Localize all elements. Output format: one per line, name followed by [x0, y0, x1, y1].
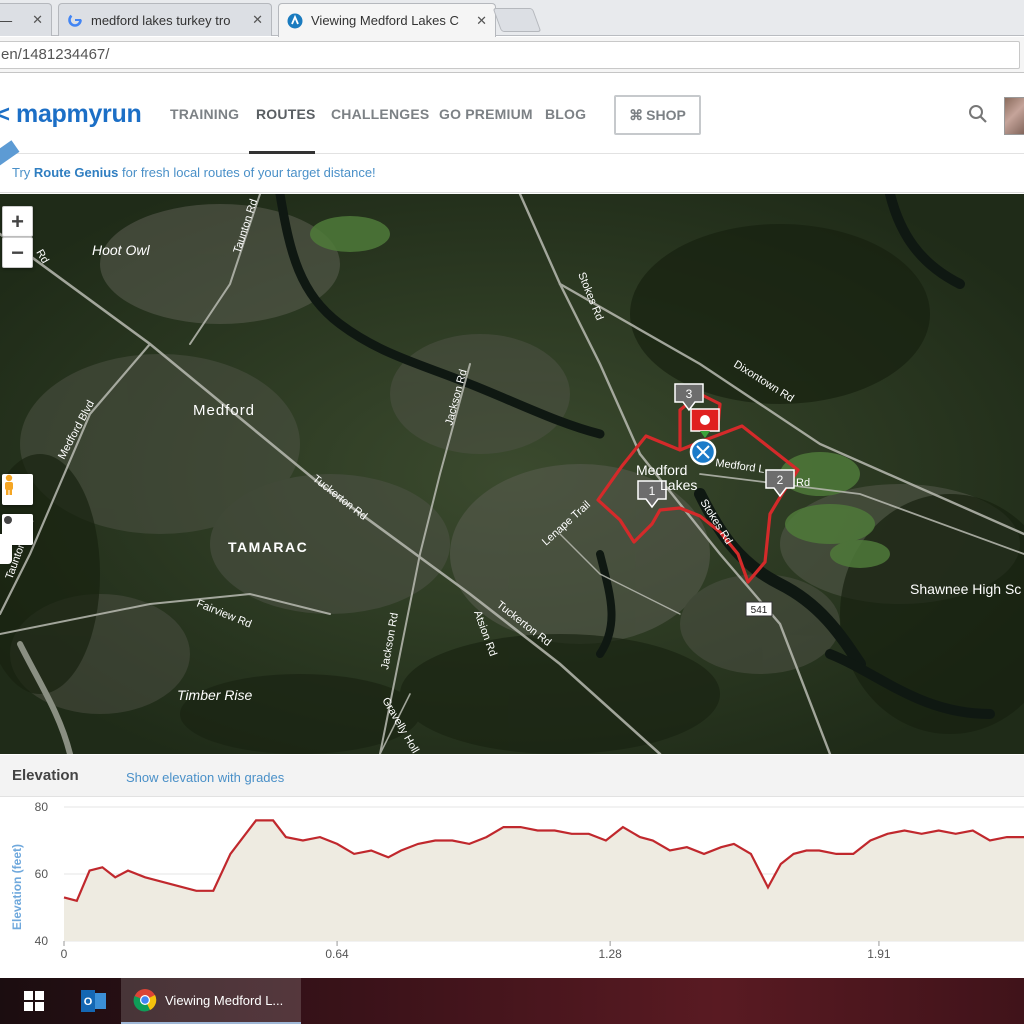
svg-text:O: O [84, 996, 93, 1008]
browser-tab-2[interactable]: medford lakes turkey tro ✕ [58, 3, 272, 36]
close-icon[interactable]: ✕ [252, 12, 263, 28]
place-label-medford-lakes-1: Medford [636, 462, 687, 478]
y-tick-label: 60 [35, 867, 49, 881]
elevation-chart-svg: 40 60 80 0 0.64 1.28 1.91 Elevation (feet) [10, 800, 1024, 961]
zoom-in-button[interactable]: + [2, 206, 33, 237]
browser-tab-1[interactable]: k — ✕ [0, 3, 52, 36]
browser-tab-bar: k — ✕ medford lakes turkey tro ✕ Viewing… [0, 0, 1024, 37]
windows-taskbar: O Viewing Medford L... [0, 978, 1024, 1024]
address-bar: en/1481234467/ [0, 37, 1024, 73]
under-armour-icon: ⌘ [629, 106, 644, 123]
windows-start-icon[interactable] [0, 978, 68, 1024]
url-input[interactable]: en/1481234467/ [0, 41, 1020, 69]
chrome-taskbar-label: Viewing Medford L... [165, 992, 284, 1008]
nav-blog[interactable]: BLOG [545, 106, 586, 122]
close-icon[interactable]: ✕ [476, 13, 487, 29]
search-icon[interactable] [968, 104, 988, 124]
x-tick-label: 1.91 [867, 947, 891, 961]
pegman-icon[interactable] [2, 474, 33, 505]
y-tick-label: 40 [35, 934, 49, 948]
shop-button[interactable]: ⌘ SHOP [614, 95, 701, 135]
x-tick-label: 0 [61, 947, 68, 961]
elevation-title: Elevation [12, 767, 79, 784]
banner-text: Try Route Genius for fresh local routes … [12, 165, 376, 180]
site-header: < mapmyrun TRAINING ROUTES CHALLENGES GO… [0, 74, 1024, 154]
tab-title: k — [0, 12, 13, 28]
nav-routes[interactable]: ROUTES [256, 106, 316, 122]
elevation-area [64, 820, 1024, 941]
elevation-chart[interactable]: 40 60 80 0 0.64 1.28 1.91 Elevation (feet) [0, 797, 1024, 978]
browser-tab-3[interactable]: Viewing Medford Lakes C ✕ [278, 3, 496, 37]
x-tick-label: 0.64 [325, 947, 349, 961]
tab-title: medford lakes turkey tro [91, 12, 231, 28]
avatar[interactable] [1004, 97, 1024, 135]
shop-label: SHOP [646, 107, 686, 123]
road-label-rd: Rd [796, 477, 810, 489]
logo-arrow-icon: < [0, 100, 11, 128]
logo-text: mapmyrun [16, 100, 142, 128]
satellite-map[interactable]: 1 2 3 541 Hoot Owl Medford TAMARAC Timbe [0, 194, 1024, 754]
mile-marker-label: 2 [777, 473, 784, 487]
place-label-shawnee: Shawnee High Sc [910, 581, 1021, 597]
route-541-shield: 541 [745, 601, 773, 617]
x-tick-label: 1.28 [598, 947, 622, 961]
new-tab-button[interactable] [492, 8, 542, 32]
y-axis-label: Elevation (feet) [10, 844, 24, 930]
y-tick-label: 80 [35, 800, 49, 814]
map-canvas: 1 2 3 541 Hoot Owl Medford TAMARAC Timbe [0, 194, 1024, 754]
start-pin-icon[interactable] [689, 438, 717, 466]
active-nav-indicator [249, 151, 315, 154]
google-g-icon [67, 12, 83, 28]
route-genius-link[interactable]: Route Genius [34, 165, 119, 180]
place-label-medford-lakes-2: Lakes [660, 477, 697, 493]
route-genius-banner: Try Route Genius for fresh local routes … [0, 140, 1024, 193]
elevation-header: Elevation Show elevation with grades [0, 755, 1024, 797]
svg-text:541: 541 [751, 605, 768, 616]
close-icon[interactable]: ✕ [32, 12, 43, 28]
chrome-icon [133, 989, 157, 1012]
side-panel-toggle[interactable] [0, 534, 12, 564]
nav-training[interactable]: TRAINING [170, 106, 239, 122]
site-logo[interactable]: < mapmyrun [0, 100, 142, 129]
nav-challenges[interactable]: CHALLENGES [331, 106, 429, 122]
chrome-taskbar-button[interactable]: Viewing Medford L... [121, 978, 301, 1024]
place-label-medford: Medford [193, 402, 255, 419]
place-label-timber-rise: Timber Rise [177, 687, 253, 703]
mile-marker-label: 3 [686, 387, 693, 401]
show-grades-link[interactable]: Show elevation with grades [126, 770, 284, 785]
mile-marker-label: 1 [649, 484, 656, 498]
zoom-out-button[interactable]: − [2, 237, 33, 268]
nav-go-premium[interactable]: GO PREMIUM [439, 106, 533, 122]
place-label-tamarac: TAMARAC [228, 539, 308, 555]
mapmyrun-icon [287, 13, 303, 29]
place-label-hoot-owl: Hoot Owl [92, 242, 150, 258]
outlook-icon[interactable]: O [68, 978, 120, 1024]
tab-title: Viewing Medford Lakes C [311, 13, 459, 28]
